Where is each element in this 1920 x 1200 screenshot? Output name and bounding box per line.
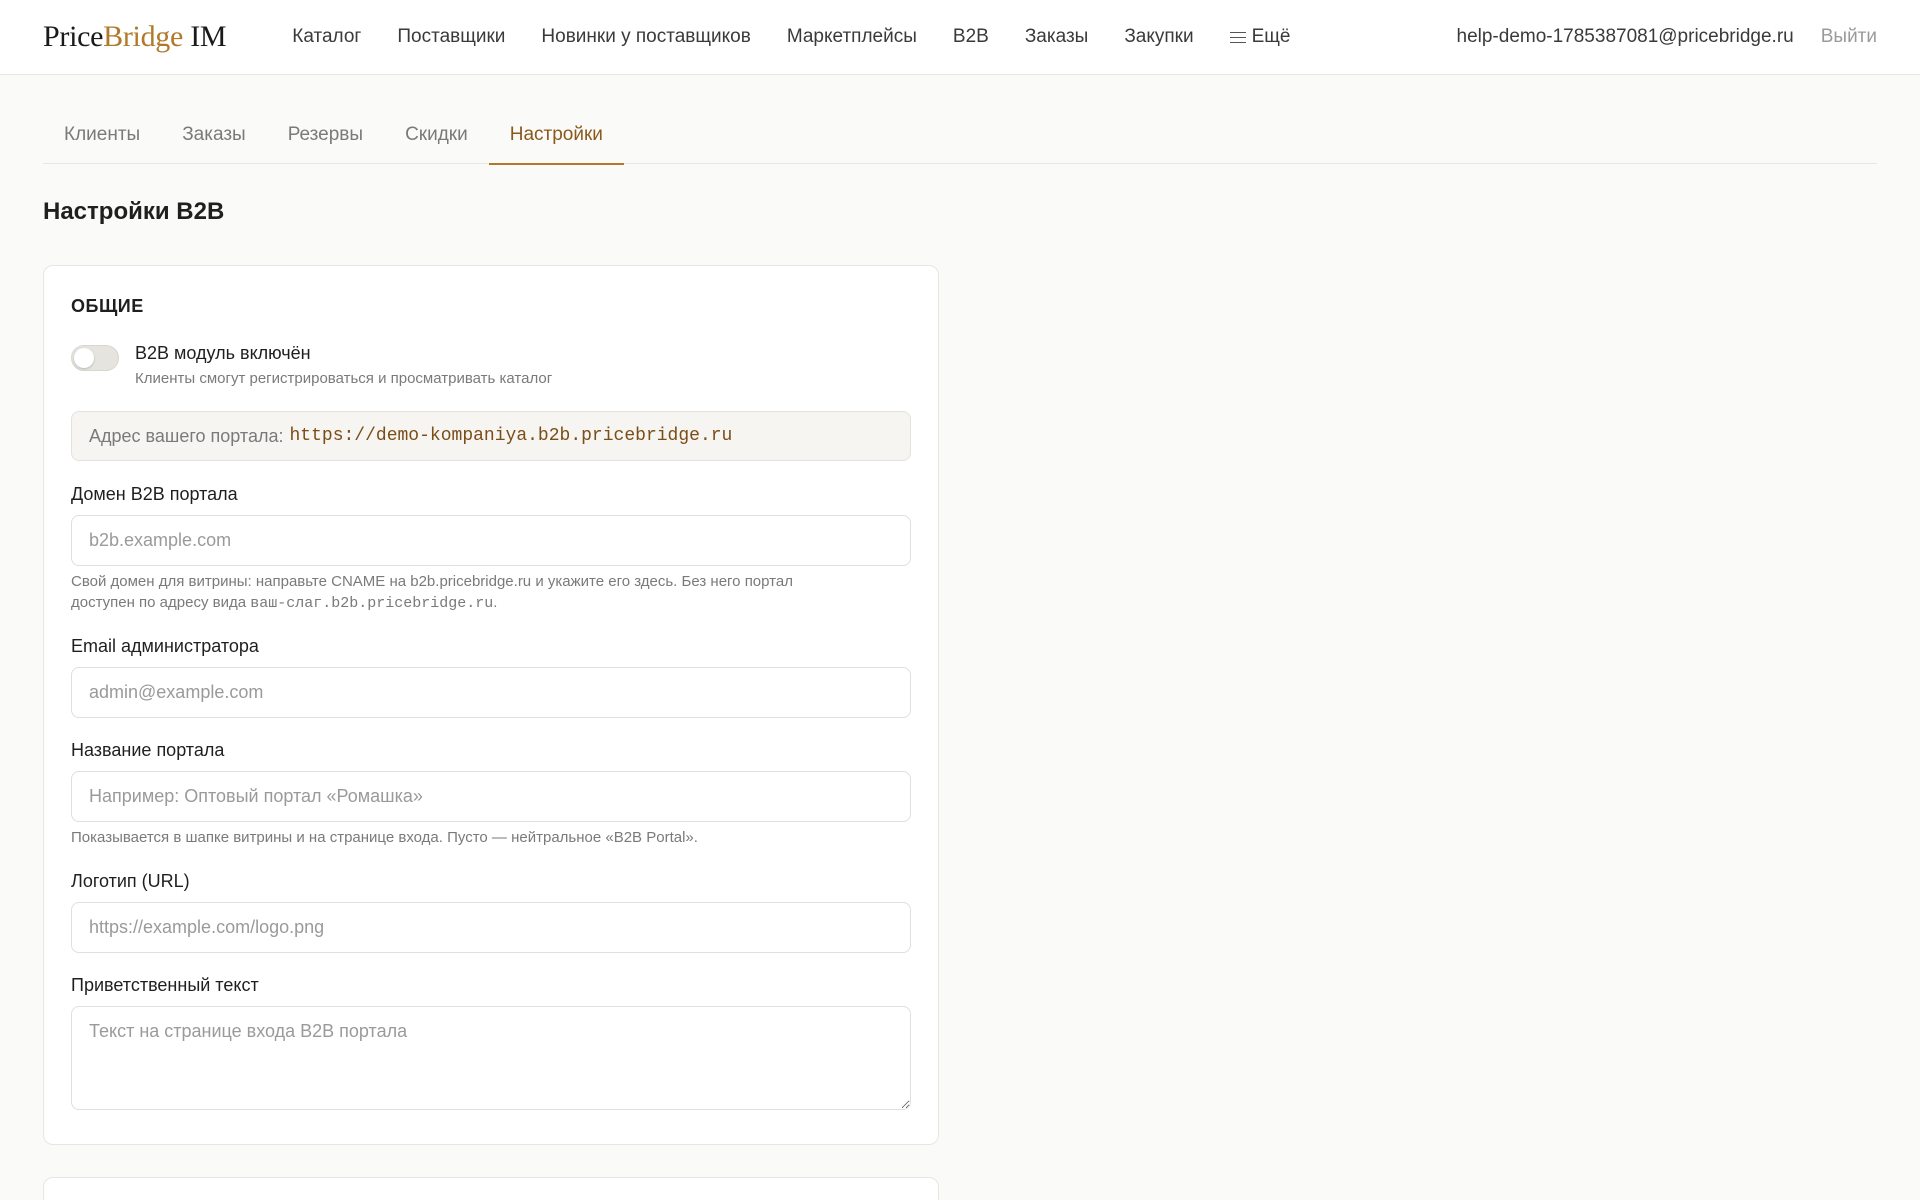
logo-url-input[interactable] [71,902,911,953]
domain-hint-line1: Свой домен для витрины: направьте CNAME … [71,573,793,590]
nav-item-catalog[interactable]: Каталог [274,26,379,48]
tab-orders[interactable]: Заказы [161,112,267,164]
nav-item-b2b[interactable]: B2B [935,26,1007,48]
general-settings-card: ОБЩИЕ B2B модуль включён Клиенты смогут … [43,265,939,1145]
app-logo[interactable]: PriceBridge IM [43,20,227,54]
logo-url-label: Логотип (URL) [71,871,190,891]
user-area: help-demo-1785387081@pricebridge.ru Выйт… [1457,26,1878,48]
portal-address-url[interactable]: https://demo-kompaniya.b2b.pricebridge.r… [289,426,732,446]
logout-link[interactable]: Выйти [1821,26,1877,48]
b2b-subtabs: Клиенты Заказы Резервы Скидки Настройки [43,112,1877,165]
portal-address-box: Адрес вашего портала: https://demo-kompa… [71,411,911,461]
b2b-module-toggle-row: B2B модуль включён Клиенты смогут регист… [71,343,552,387]
domain-hint-prefix: доступен по адресу вида [71,594,251,611]
tab-clients[interactable]: Клиенты [43,112,161,164]
welcome-text-textarea[interactable] [71,1006,911,1110]
nav-item-supplier-news[interactable]: Новинки у поставщиков [523,26,768,48]
domain-hint: Свой домен для витрины: направьте CNAME … [71,571,921,614]
portal-name-hint: Показывается в шапке витрины и на страни… [71,829,698,846]
nav-item-more[interactable]: Ещё [1212,26,1309,48]
top-navbar: PriceBridge IM Каталог Поставщики Новинк… [0,0,1920,75]
admin-email-label: Email администратора [71,636,259,656]
domain-hint-slug: ваш-слаг.b2b.pricebridge.ru [250,595,494,612]
toggle-knob [74,348,94,368]
portal-address-label: Адрес вашего портала: [89,425,284,446]
portal-name-input[interactable] [71,771,911,822]
nav-item-marketplaces[interactable]: Маркетплейсы [769,26,935,48]
b2b-module-toggle-label: B2B модуль включён [135,343,311,363]
logo-text-price: Price [43,20,104,53]
nav-item-purchases[interactable]: Закупки [1106,26,1211,48]
domain-hint-line2: доступен по адресу вида ваш-слаг.b2b.pri… [71,592,921,614]
logo-text-bridge: Bridge [103,20,184,53]
next-settings-card [43,1177,939,1200]
nav-item-orders[interactable]: Заказы [1007,26,1107,48]
admin-email-input[interactable] [71,667,911,718]
domain-label: Домен B2B портала [71,484,238,504]
b2b-module-toggle[interactable] [71,345,119,371]
domain-input[interactable] [71,515,911,566]
page-title: Настройки B2B [43,198,225,225]
domain-hint-suffix: . [493,594,498,611]
welcome-text-label: Приветственный текст [71,975,259,995]
logo-text-im: IM [183,20,227,53]
nav-item-more-label: Ещё [1251,26,1291,47]
portal-name-label: Название портала [71,740,225,760]
tab-reserves[interactable]: Резервы [267,112,384,164]
user-email[interactable]: help-demo-1785387081@pricebridge.ru [1457,26,1794,48]
main-nav: Каталог Поставщики Новинки у поставщиков… [274,26,1308,48]
section-title-general: ОБЩИЕ [71,296,144,316]
menu-icon [1229,31,1246,44]
tab-discounts[interactable]: Скидки [384,112,489,164]
nav-item-suppliers[interactable]: Поставщики [379,26,523,48]
tab-settings[interactable]: Настройки [488,112,625,165]
b2b-module-toggle-desc: Клиенты смогут регистрироваться и просма… [135,370,553,387]
